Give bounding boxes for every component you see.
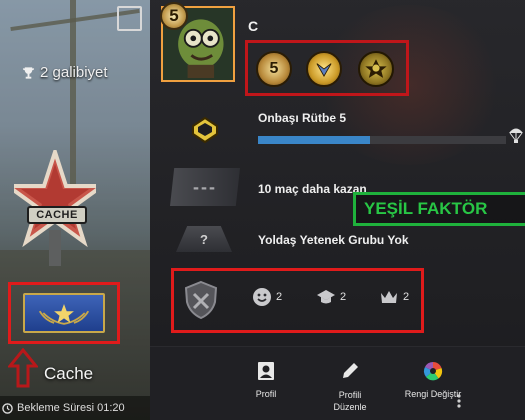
xp-progress-bar [258,136,506,144]
wing-coin-icon [316,63,332,78]
level-badge: 5 [160,2,188,30]
skill-placeholder: ? [200,231,208,247]
wins-placeholder: --- [193,176,217,197]
wins-count: 2 galibiyet [22,64,108,81]
map-panel: 2 galibiyet CACHE Cache Bekleme Süresi 0… [0,0,150,420]
profile-icon [258,362,274,380]
edit-profile-label: Profili Düzenle [333,390,367,412]
medal-coin[interactable] [358,51,394,87]
checkbox[interactable] [117,6,142,31]
commend-friendly[interactable]: 2 [252,287,282,307]
rank-name: Onbaşı Rütbe 5 [258,111,347,125]
graduation-cap-icon [317,290,335,304]
crown-icon [381,291,397,303]
operation-coin[interactable] [306,51,342,87]
profile-button-label: Profil [255,389,277,399]
annotation-highlight-rank [8,282,120,344]
annotation-highlight-commends: 2 2 2 [171,268,424,333]
username: C [248,18,259,34]
wins-needed-text: 10 maç daha kazan [258,182,367,196]
commend-count: 2 [276,291,283,303]
coin-level-label: 5 [269,60,279,77]
edit-profile-button[interactable]: Profili Düzenle [324,361,376,413]
xp-progress-fill [258,136,370,144]
wins-label: 2 galibiyet [40,64,108,81]
skill-group-text: Yoldaş Yetenek Grubu Yok [258,233,409,247]
rank-icon [192,116,218,144]
parachute-icon [509,128,523,143]
profile-action-bar: Profil Profili Düzenle Rengi Değiştir [150,346,525,420]
map-badge: CACHE [27,206,87,224]
rank-badge[interactable] [23,293,105,333]
trophy-icon [22,66,35,79]
commend-leader[interactable]: 2 [379,287,409,307]
commend-count: 2 [340,291,347,303]
profile-button[interactable]: Profil [244,361,288,399]
wins-rank-plaque: --- [170,168,240,206]
commend-teacher[interactable]: 2 [316,287,346,307]
service-coin[interactable]: 5 [256,51,292,87]
annotation-green-label: YEŞİL FAKTÖR [353,192,525,226]
clock-icon [2,402,13,414]
smile-icon [253,288,271,306]
profile-panel: 5 C 5 Onbaşı Rütbe 5 --- 10 maç daha kaz… [150,0,525,420]
annotation-highlight-coins: 5 [245,40,409,96]
soldier-coin-icon [365,59,387,78]
more-options-icon[interactable] [453,394,465,408]
commend-count: 2 [403,291,410,303]
arrow-up-annotation-icon [8,348,38,388]
map-name: Cache [44,364,94,383]
color-wheel-icon [423,362,443,381]
pencil-icon [343,363,358,378]
wait-time-label: Bekleme Süresi 01:20 [17,402,125,414]
wait-time-row: Bekleme Süresi 01:20 [0,396,150,420]
shield-icon [184,280,218,320]
